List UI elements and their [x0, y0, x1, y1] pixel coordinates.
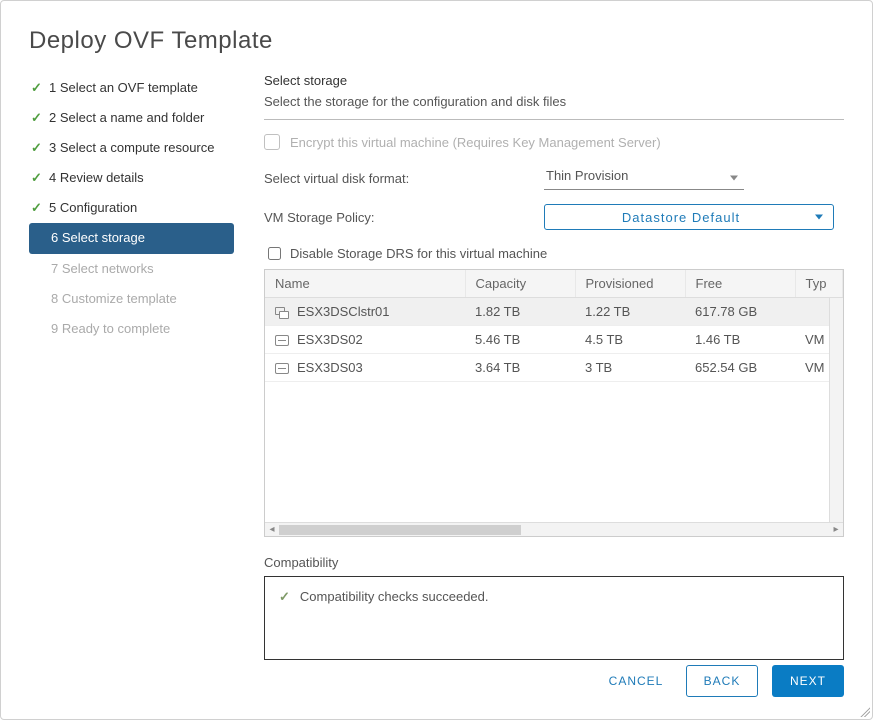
step-6-select-storage[interactable]: 6 Select storage	[29, 223, 234, 253]
cell-free: 1.46 TB	[685, 326, 795, 354]
step-5-configuration[interactable]: ✓ 5 Configuration	[29, 193, 234, 223]
cell-free: 617.78 GB	[685, 298, 795, 326]
step-4-review-details[interactable]: ✓ 4 Review details	[29, 163, 234, 193]
vm-storage-policy-label: VM Storage Policy:	[264, 210, 544, 225]
step-8-customize-template: 8 Customize template	[29, 284, 234, 314]
compatibility-section: Compatibility ✓ Compatibility checks suc…	[264, 555, 844, 660]
cell-provisioned: 3 TB	[575, 354, 685, 382]
dialog-title: Deploy OVF Template	[29, 27, 844, 55]
horizontal-scrollbar[interactable]: ◂ ▸	[265, 522, 843, 536]
step-label: 7 Select networks	[51, 258, 154, 280]
divider	[264, 119, 844, 120]
col-free[interactable]: Free	[685, 270, 795, 298]
step-1-ovf-template[interactable]: ✓ 1 Select an OVF template	[29, 73, 234, 103]
cell-provisioned: 1.22 TB	[575, 298, 685, 326]
cell-capacity: 5.46 TB	[465, 326, 575, 354]
step-label: 6 Select storage	[51, 227, 145, 249]
dialog-footer: CANCEL BACK NEXT	[600, 665, 844, 697]
check-icon: ✓	[31, 167, 43, 189]
step-label: 8 Customize template	[51, 288, 177, 310]
step-label: 2 Select a name and folder	[49, 107, 204, 129]
datastore-icon	[275, 335, 289, 346]
step-label: 3 Select a compute resource	[49, 137, 214, 159]
vm-storage-policy-select[interactable]: Datastore Default	[544, 204, 834, 230]
scroll-thumb[interactable]	[279, 525, 521, 535]
cell-free: 652.54 GB	[685, 354, 795, 382]
vm-storage-policy-value: Datastore Default	[622, 210, 740, 225]
datastore-cluster-icon	[275, 307, 289, 319]
col-capacity[interactable]: Capacity	[465, 270, 575, 298]
datastore-table: Name Capacity Provisioned Free Typ	[264, 269, 844, 537]
disable-drs-checkbox[interactable]	[268, 247, 281, 260]
disable-drs-row: Disable Storage DRS for this virtual mac…	[264, 244, 844, 263]
cell-capacity: 3.64 TB	[465, 354, 575, 382]
col-provisioned[interactable]: Provisioned	[575, 270, 685, 298]
check-icon: ✓	[279, 589, 290, 605]
back-button[interactable]: BACK	[686, 665, 758, 697]
check-icon: ✓	[31, 107, 43, 129]
resize-grip-icon[interactable]	[858, 705, 870, 717]
datastore-icon	[275, 363, 289, 374]
step-label: 1 Select an OVF template	[49, 77, 198, 99]
cell-name: ESX3DS02	[297, 332, 363, 347]
section-subtitle: Select the storage for the configuration…	[264, 94, 844, 109]
encrypt-label: Encrypt this virtual machine (Requires K…	[290, 135, 661, 150]
table-row[interactable]: ESX3DSClstr01 1.82 TB 1.22 TB 617.78 GB	[265, 298, 843, 326]
step-2-name-folder[interactable]: ✓ 2 Select a name and folder	[29, 103, 234, 133]
disk-format-row: Select virtual disk format: Thin Provisi…	[264, 166, 844, 190]
check-icon: ✓	[31, 137, 43, 159]
main-panel: Select storage Select the storage for th…	[264, 73, 844, 660]
disk-format-label: Select virtual disk format:	[264, 171, 544, 186]
compatibility-box: ✓ Compatibility checks succeeded.	[264, 576, 844, 660]
col-name[interactable]: Name	[265, 270, 465, 298]
encrypt-checkbox	[264, 134, 280, 150]
disk-format-value: Thin Provision	[544, 166, 744, 190]
step-3-compute-resource[interactable]: ✓ 3 Select a compute resource	[29, 133, 234, 163]
cell-capacity: 1.82 TB	[465, 298, 575, 326]
compatibility-label: Compatibility	[264, 555, 844, 570]
step-label: 4 Review details	[49, 167, 144, 189]
vm-storage-policy-row: VM Storage Policy: Datastore Default	[264, 204, 844, 230]
step-7-select-networks: 7 Select networks	[29, 254, 234, 284]
cell-name: ESX3DS03	[297, 360, 363, 375]
step-label: 5 Configuration	[49, 197, 137, 219]
section-title: Select storage	[264, 73, 844, 88]
scroll-right-icon[interactable]: ▸	[829, 524, 843, 535]
cancel-button[interactable]: CANCEL	[600, 665, 672, 697]
cell-name: ESX3DSClstr01	[297, 304, 389, 319]
deploy-ovf-dialog: Deploy OVF Template ✓ 1 Select an OVF te…	[0, 0, 873, 720]
table-row[interactable]: ESX3DS03 3.64 TB 3 TB 652.54 GB VM	[265, 354, 843, 382]
disable-drs-label: Disable Storage DRS for this virtual mac…	[290, 246, 547, 261]
cell-provisioned: 4.5 TB	[575, 326, 685, 354]
check-icon: ✓	[31, 197, 43, 219]
check-icon: ✓	[31, 77, 43, 99]
disk-format-select[interactable]: Thin Provision	[544, 166, 744, 190]
scroll-left-icon[interactable]: ◂	[265, 524, 279, 535]
table-header-row: Name Capacity Provisioned Free Typ	[265, 270, 843, 298]
step-9-ready-to-complete: 9 Ready to complete	[29, 314, 234, 344]
wizard-steps: ✓ 1 Select an OVF template ✓ 2 Select a …	[29, 73, 234, 660]
table-row[interactable]: ESX3DS02 5.46 TB 4.5 TB 1.46 TB VM	[265, 326, 843, 354]
encrypt-row: Encrypt this virtual machine (Requires K…	[264, 134, 844, 150]
compatibility-message: Compatibility checks succeeded.	[300, 589, 489, 604]
col-type[interactable]: Typ	[795, 270, 843, 298]
next-button[interactable]: NEXT	[772, 665, 844, 697]
step-label: 9 Ready to complete	[51, 318, 170, 340]
vertical-scrollbar[interactable]	[829, 298, 843, 522]
